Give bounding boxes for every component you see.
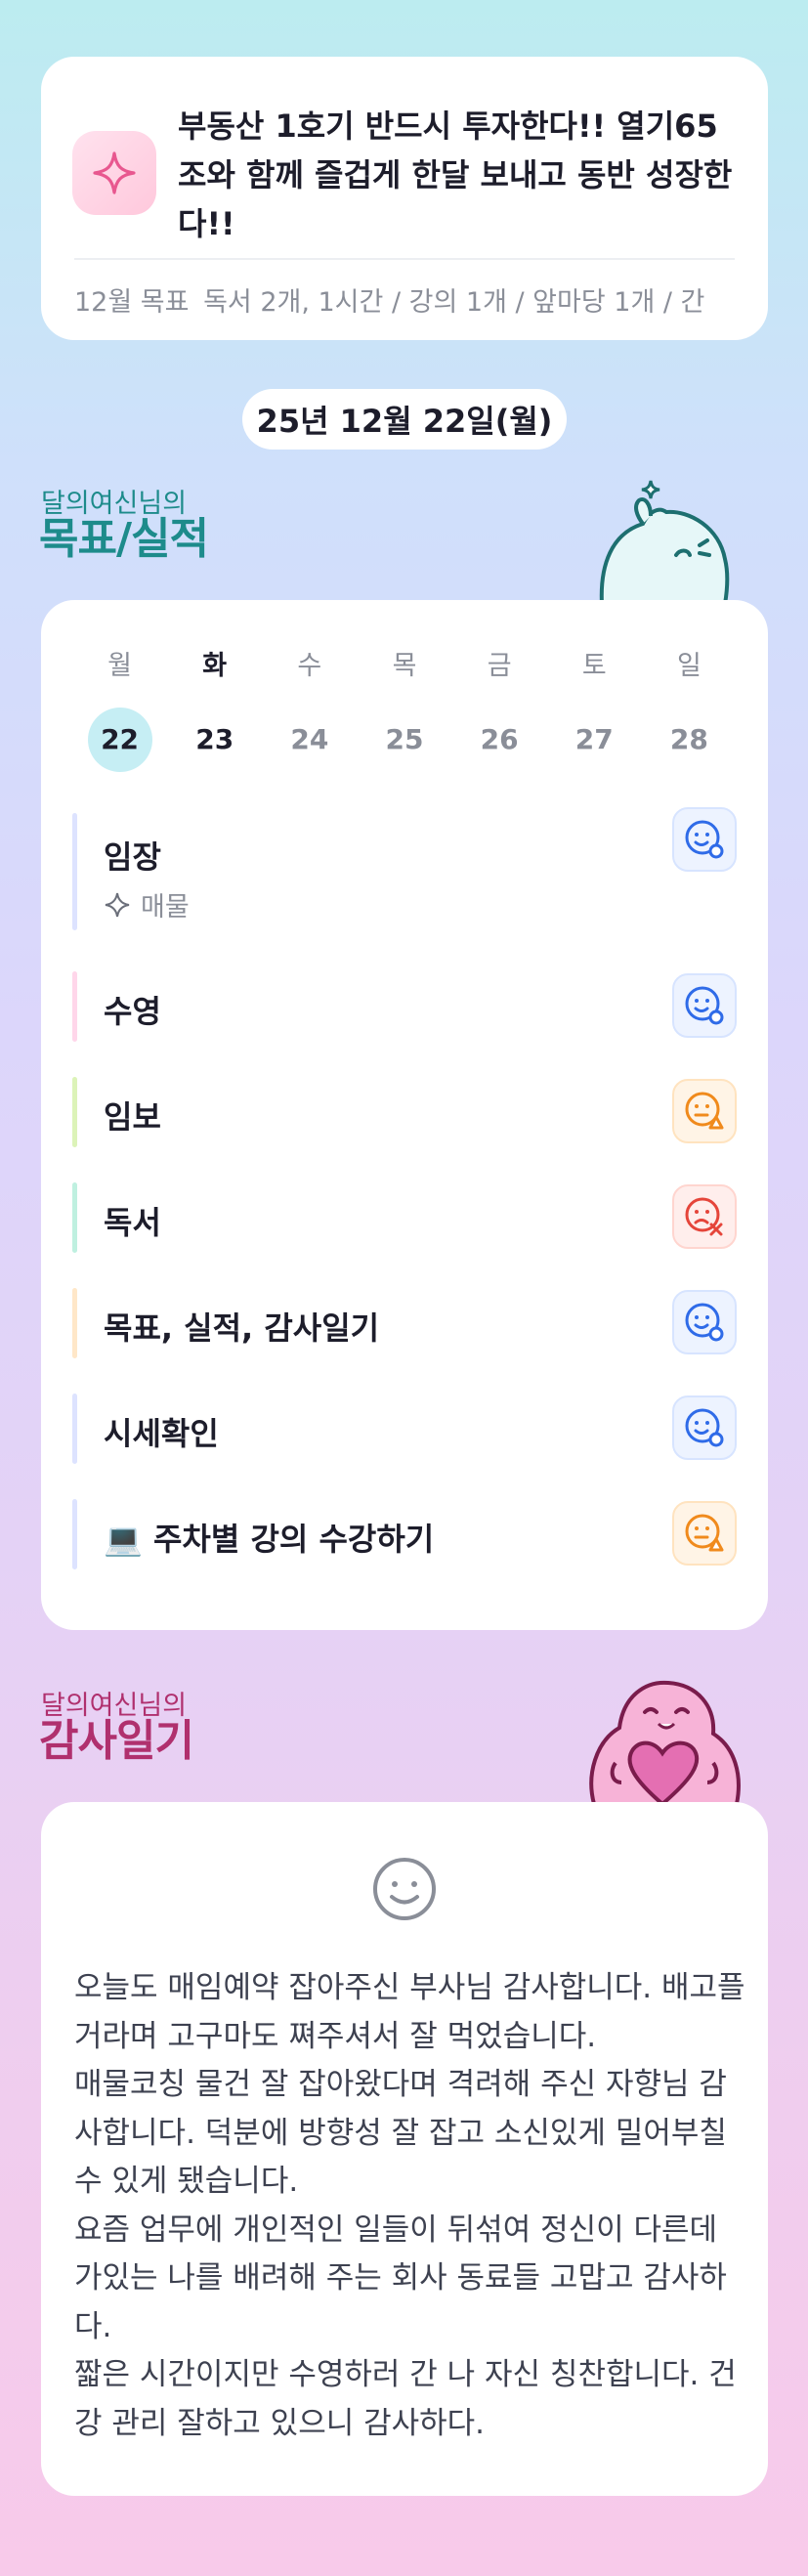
mascot-ghost-illustration — [599, 480, 730, 604]
neutral-face-icon[interactable] — [672, 1501, 737, 1566]
task-color-bar — [72, 1499, 77, 1569]
day-name: 일 — [676, 651, 702, 681]
smile-face-icon — [373, 1858, 436, 1920]
day-date: 22 — [87, 708, 152, 772]
task-sub: 매물 — [104, 885, 190, 923]
day-date: 26 — [480, 723, 519, 755]
divider — [74, 258, 735, 260]
task-name: 수영 — [104, 993, 161, 1030]
day-wed[interactable]: 수 24 — [262, 647, 357, 772]
good-face-icon[interactable] — [672, 1395, 737, 1460]
day-date: 24 — [290, 723, 329, 755]
good-face-icon[interactable] — [672, 807, 737, 872]
day-thu[interactable]: 목 25 — [357, 647, 451, 772]
sparkle-icon — [72, 131, 156, 215]
goals-section-title: 목표/실적 — [39, 514, 209, 564]
task-item[interactable]: 수영 — [72, 971, 737, 1042]
task-color-bar — [72, 1182, 77, 1253]
task-color-bar — [72, 971, 77, 1042]
task-item[interactable]: 시세확인 — [72, 1394, 737, 1464]
task-color-bar — [72, 1394, 77, 1464]
day-date: 25 — [385, 723, 424, 755]
task-name: 임보 — [104, 1098, 161, 1136]
task-name: 시세확인 — [104, 1415, 219, 1452]
weekly-tasks-card: 월 22 화 23 수 24 목 25 금 26 토 27 일 28 임장 매물… — [41, 600, 768, 1630]
task-name: 목표, 실적, 감사일기 — [104, 1309, 380, 1347]
gratitude-journal-card[interactable]: 오늘도 매임예약 잡아주신 부사님 감사합니다. 배고플거라며 고구마도 쪄주셔… — [41, 1802, 768, 2496]
gratitude-text: 오늘도 매임예약 잡아주신 부사님 감사합니다. 배고플거라며 고구마도 쪄주셔… — [74, 1970, 745, 2441]
goal-summary: 12월 목표 독서 2개, 1시간 / 강의 1개 / 앞마당 1개 / 간 — [74, 283, 735, 322]
day-name: 토 — [581, 651, 607, 681]
week-strip: 월 22 화 23 수 24 목 25 금 26 토 27 일 28 — [72, 647, 737, 772]
mascot-heart-illustration — [589, 1680, 741, 1804]
task-item[interactable]: 임보 — [72, 1077, 737, 1147]
task-color-bar — [72, 813, 77, 930]
day-sun[interactable]: 일 28 — [642, 647, 737, 772]
task-name: 임장 — [104, 838, 161, 876]
sparkle-icon — [105, 892, 130, 917]
task-sub-label: 매물 — [141, 892, 190, 923]
day-date: 23 — [195, 723, 234, 755]
day-name: 목 — [392, 651, 417, 681]
day-fri[interactable]: 금 26 — [452, 647, 547, 772]
goal-title: 부동산 1호기 반드시 투자한다!! 열기65조와 함께 즐겁게 한달 보내고 … — [178, 107, 733, 242]
good-face-icon[interactable] — [672, 973, 737, 1038]
day-date: 28 — [669, 723, 708, 755]
goal-summary-label: 12월 목표 — [74, 287, 190, 318]
task-item[interactable]: 💻 주차별 강의 수강하기 — [72, 1499, 737, 1569]
day-name: 금 — [487, 651, 512, 681]
day-name: 수 — [297, 651, 322, 681]
task-name: 💻 주차별 강의 수강하기 — [104, 1521, 435, 1558]
task-item[interactable]: 독서 — [72, 1182, 737, 1253]
day-sat[interactable]: 토 27 — [547, 647, 642, 772]
task-item[interactable]: 목표, 실적, 감사일기 — [72, 1288, 737, 1358]
sad-face-icon[interactable] — [672, 1184, 737, 1249]
date-selector[interactable]: 25년 12월 22일(월) — [242, 389, 567, 450]
good-face-icon[interactable] — [672, 1290, 737, 1354]
gratitude-section-title: 감사일기 — [39, 1716, 194, 1766]
goal-summary-text: 독서 2개, 1시간 / 강의 1개 / 앞마당 1개 / 간 — [203, 287, 705, 318]
monthly-goal-card[interactable]: 부동산 1호기 반드시 투자한다!! 열기65조와 함께 즐겁게 한달 보내고 … — [41, 57, 768, 340]
day-name: 월 — [107, 651, 132, 681]
day-tue[interactable]: 화 23 — [167, 647, 262, 772]
neutral-face-icon[interactable] — [672, 1079, 737, 1143]
task-item[interactable]: 임장 매물 — [72, 807, 737, 930]
task-name: 독서 — [104, 1204, 161, 1241]
day-date: 27 — [574, 723, 614, 755]
task-color-bar — [72, 1077, 77, 1147]
day-mon[interactable]: 월 22 — [72, 647, 167, 772]
day-name: 화 — [202, 651, 228, 681]
task-color-bar — [72, 1288, 77, 1358]
